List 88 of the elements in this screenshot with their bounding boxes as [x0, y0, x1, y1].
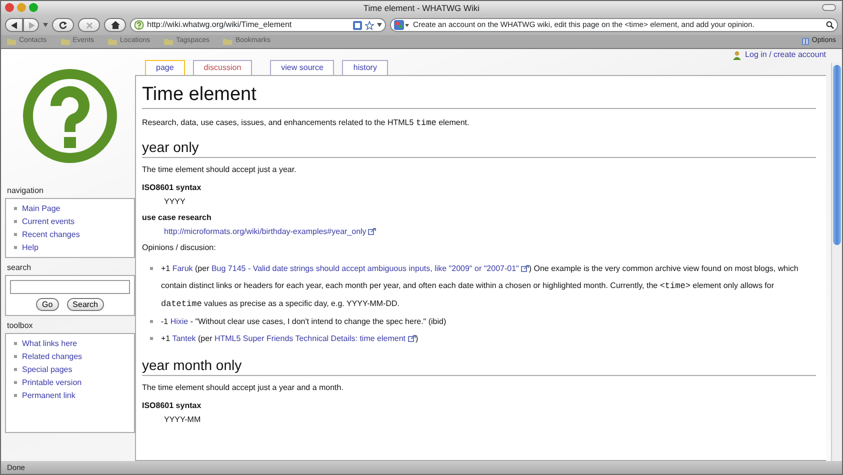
bullet-icon [150, 337, 153, 340]
url-field[interactable]: http://wiki.whatwg.org/wiki/Time_element [130, 18, 386, 32]
login-link[interactable]: Log in / create account [745, 49, 826, 61]
toolbar-toggle-button[interactable] [822, 4, 836, 11]
folder-icon [108, 38, 118, 45]
bullet-icon [14, 368, 17, 371]
search-button[interactable]: Search [66, 298, 104, 311]
page-title: Time element [142, 82, 816, 109]
back-button[interactable] [5, 18, 23, 32]
paragraph: Research, data, use cases, issues, and enhancements related to the HTML5 time element. [142, 117, 470, 129]
scrollbar-thumb[interactable] [833, 65, 841, 245]
bullet-icon [150, 267, 153, 270]
opinion-item: +1 Faruk (per Bug 7145 - Valid date strings should accept ambiguous inputs, like "2009" or "2007-01" ) One example is the very common archive view found on most blogs, which contain distinct links or headers for each year, each month per year, and often each date within a chosen or highlighted month. Currently, the <time> element only allows for datetime values as precise as a specific day, e.g. YYYY-MM-DD. [161, 263, 800, 311]
wiki-link[interactable]: Tantek [172, 334, 196, 343]
search-input[interactable] [10, 280, 130, 294]
bullet-icon [14, 220, 17, 223]
close-button[interactable] [5, 3, 14, 12]
bullet-icon [14, 246, 17, 249]
external-link-icon [368, 228, 376, 236]
wiki-link[interactable]: Faruk [172, 264, 193, 273]
term-label: use case research [142, 212, 212, 224]
house-icon [110, 21, 120, 29]
search-engine-icon[interactable] [394, 20, 410, 30]
dropdown-caret-icon[interactable] [377, 23, 382, 27]
page-tab[interactable]: view source [270, 60, 334, 75]
sidebar-link[interactable]: Current events [22, 215, 74, 228]
forward-arrow-icon [28, 22, 34, 28]
opinion-item: -1 Hixie - "Without clear use cases, I don't intend to change the spec here." (ibid) [161, 316, 446, 328]
bullet-icon [14, 207, 17, 210]
paragraph: The time element should accept just a year and a month. [142, 382, 344, 394]
feed-icon[interactable] [353, 20, 362, 30]
zoom-button[interactable] [29, 3, 38, 12]
wiki-link[interactable]: Hixie [170, 317, 188, 326]
section-heading: year month only [142, 355, 816, 376]
page-tab[interactable]: history [342, 60, 388, 75]
external-link-icon [408, 335, 416, 342]
paragraph: Opinions / discusion: [142, 242, 217, 254]
question-mark-icon [134, 20, 144, 30]
scrollbar-track[interactable] [831, 63, 842, 461]
portlet-title: navigation [7, 185, 44, 197]
search-icon [826, 21, 834, 29]
external-link-icon [520, 265, 529, 272]
bullet-icon [150, 320, 153, 323]
paragraph: The time element should accept just a year. [142, 164, 298, 176]
external-link[interactable]: Bug 7145 - Valid date strings should accept ambiguous inputs, like "2009" or "2007-01" [211, 264, 529, 273]
term-label: ISO8601 syntax [142, 182, 202, 194]
go-button[interactable]: Go [36, 298, 59, 311]
bullet-icon [14, 381, 17, 384]
sidebar-link[interactable]: Main Page [22, 202, 60, 215]
window-title: Time element - WHATWG Wiki [363, 2, 480, 14]
user-icon [733, 50, 742, 60]
reload-icon [59, 21, 67, 29]
page-tab[interactable]: page [145, 60, 185, 75]
sidebar-link[interactable]: Recent changes [22, 228, 80, 241]
back-arrow-icon [10, 22, 18, 28]
reload-button[interactable] [52, 18, 74, 32]
external-link[interactable]: HTML5 Super Friends Technical Details: time element [214, 334, 416, 343]
sidebar-link[interactable]: What links here [22, 337, 78, 350]
definition-text: YYYY-MM [164, 414, 202, 426]
sidebar-link[interactable]: Help [22, 241, 38, 254]
folder-icon [164, 38, 173, 45]
star-icon[interactable] [365, 20, 374, 30]
bullet-icon [14, 233, 17, 236]
term-label: ISO8601 syntax [142, 400, 202, 412]
sidebar-link[interactable]: Printable version [22, 376, 82, 389]
portlet-title: toolbox [7, 320, 34, 332]
close-icon [86, 22, 92, 28]
sidebar-link[interactable]: Related changes [22, 350, 82, 363]
portlet-title: search [7, 262, 32, 274]
folder-icon [60, 38, 70, 45]
options-icon [802, 38, 809, 45]
sidebar-link[interactable]: Special pages [22, 363, 72, 376]
page-tab[interactable]: discussion [192, 60, 252, 75]
bullet-icon [14, 394, 17, 397]
home-button[interactable] [104, 18, 126, 32]
folder-icon [7, 38, 16, 45]
sidebar-link[interactable]: Permanent link [22, 389, 76, 402]
section-heading: year only [142, 137, 816, 158]
forward-button[interactable] [23, 18, 39, 32]
url-text: http://wiki.whatwg.org/wiki/Time_element [147, 19, 293, 31]
folder-icon [223, 38, 232, 45]
dropdown-caret-icon[interactable] [43, 23, 48, 27]
bullet-icon [14, 342, 17, 345]
bullet-icon [14, 355, 17, 358]
external-link[interactable]: http://microformats.org/wiki/birthday-examples#year_only [164, 227, 376, 236]
definition-text: YYYY [164, 196, 186, 208]
opinion-item: +1 Tantek (per HTML5 Super Friends Technical Details: time element ) [161, 333, 418, 345]
stop-button[interactable] [78, 18, 100, 32]
